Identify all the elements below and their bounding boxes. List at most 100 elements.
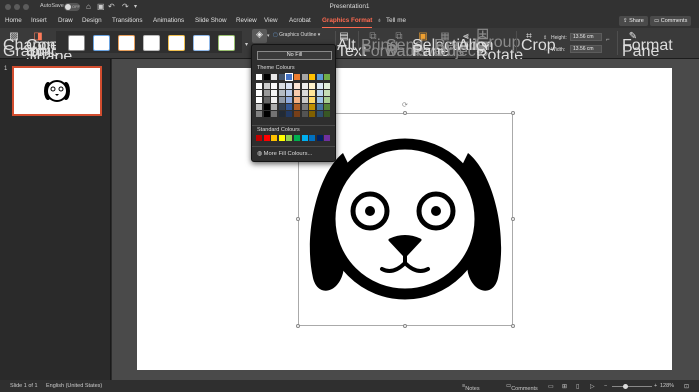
- tab-slide-show[interactable]: Slide Show: [195, 17, 227, 24]
- change-graphic-button[interactable]: ▨ Change Graphic: [3, 31, 59, 59]
- standard-colour-swatch[interactable]: [278, 135, 285, 141]
- theme-colour-swatch[interactable]: [263, 90, 270, 96]
- crop-button[interactable]: ⌗ Crop: [521, 31, 556, 53]
- theme-colour-swatch[interactable]: [316, 111, 323, 117]
- theme-colour-swatch[interactable]: [271, 74, 278, 80]
- theme-colour-swatch[interactable]: [278, 104, 285, 110]
- alt-text-button[interactable]: ▤ Alt Text: [337, 31, 366, 59]
- slide-sorter-icon[interactable]: ⊞: [562, 383, 567, 390]
- style-swatch-6[interactable]: [193, 35, 210, 51]
- theme-colour-swatch[interactable]: [263, 74, 270, 80]
- theme-colour-swatch[interactable]: [301, 90, 308, 96]
- graphics-outline-button[interactable]: ▢ Graphics Outline ▾: [273, 31, 329, 39]
- theme-colour-swatch[interactable]: [294, 74, 300, 80]
- send-backwards-button[interactable]: ⧉ Send Backwards: [386, 31, 464, 59]
- theme-colour-swatch[interactable]: [324, 111, 331, 117]
- width-field[interactable]: 13.56 cm: [570, 45, 602, 53]
- slide-thumbnail-1[interactable]: [12, 66, 102, 116]
- tab-draw[interactable]: Draw: [58, 17, 73, 24]
- theme-colour-swatch[interactable]: [271, 111, 278, 117]
- format-pane-button[interactable]: ✎ Format Pane: [622, 31, 673, 59]
- theme-colour-swatch[interactable]: [309, 104, 316, 110]
- theme-colour-swatch[interactable]: [278, 97, 285, 103]
- standard-colour-swatch[interactable]: [294, 135, 300, 141]
- fill-chevron-down-icon[interactable]: ▾: [267, 33, 270, 39]
- theme-colour-swatch[interactable]: [286, 104, 293, 110]
- theme-colour-swatch[interactable]: [309, 83, 316, 89]
- lock-aspect-icon[interactable]: ⌐: [606, 37, 610, 43]
- standard-colour-swatch[interactable]: [286, 135, 293, 141]
- theme-colour-swatch[interactable]: [294, 97, 300, 103]
- theme-colour-swatch[interactable]: [301, 97, 308, 103]
- no-fill-option[interactable]: No Fill: [257, 51, 332, 60]
- rotate-handle-icon[interactable]: ⟳: [402, 101, 408, 109]
- theme-colour-swatch[interactable]: [263, 111, 270, 117]
- theme-colour-swatch[interactable]: [324, 90, 331, 96]
- theme-colour-swatch[interactable]: [294, 111, 300, 117]
- theme-colour-swatch[interactable]: [316, 90, 323, 96]
- standard-colour-swatch[interactable]: [271, 135, 278, 141]
- theme-colour-swatch[interactable]: [256, 104, 262, 110]
- zoom-out-icon[interactable]: −: [604, 383, 607, 389]
- style-swatch-4[interactable]: [143, 35, 160, 51]
- theme-colour-swatch[interactable]: [286, 97, 293, 103]
- comments-status-button[interactable]: ▭ Comments: [506, 383, 538, 392]
- language-status[interactable]: English (United States): [46, 383, 102, 389]
- gallery-expand-icon[interactable]: ▾: [245, 41, 248, 48]
- tab-transitions[interactable]: Transitions: [112, 17, 143, 24]
- tab-view[interactable]: View: [264, 17, 278, 24]
- theme-colour-swatch[interactable]: [271, 90, 278, 96]
- theme-colour-swatch[interactable]: [309, 111, 316, 117]
- theme-colour-swatch[interactable]: [316, 97, 323, 103]
- selection-pane-button[interactable]: ▣ Selection Pane: [412, 31, 478, 59]
- theme-colour-swatch[interactable]: [286, 83, 293, 89]
- more-fill-colours-option[interactable]: ◍ More Fill Colours...: [257, 151, 312, 157]
- theme-colour-swatch[interactable]: [301, 104, 308, 110]
- normal-view-icon[interactable]: ▭: [548, 383, 554, 390]
- theme-colour-swatch[interactable]: [256, 90, 262, 96]
- theme-colour-swatch[interactable]: [263, 97, 270, 103]
- standard-colour-swatch[interactable]: [256, 135, 262, 141]
- zoom-slider[interactable]: [612, 386, 652, 387]
- tab-graphics-format[interactable]: Graphics Format: [322, 17, 373, 29]
- theme-colour-swatch[interactable]: [263, 83, 270, 89]
- slideshow-icon[interactable]: ▷: [590, 383, 595, 390]
- standard-colour-swatch[interactable]: [316, 135, 323, 141]
- style-swatch-2[interactable]: [93, 35, 110, 51]
- standard-colour-swatch[interactable]: [301, 135, 308, 141]
- theme-colour-swatch[interactable]: [263, 104, 270, 110]
- tab-insert[interactable]: Insert: [31, 17, 47, 24]
- theme-colour-swatch[interactable]: [294, 83, 300, 89]
- theme-colour-swatch[interactable]: [285, 73, 294, 81]
- bring-forwards-button[interactable]: ⧉ Bring Forwards: [361, 31, 428, 59]
- align-button[interactable]: ⫷ Align: [458, 31, 494, 53]
- style-swatch-3[interactable]: [118, 35, 135, 51]
- graphics-fill-button[interactable]: ◈: [252, 29, 267, 43]
- theme-colour-swatch[interactable]: [294, 90, 300, 96]
- notes-button[interactable]: ≡ Notes: [462, 383, 480, 392]
- theme-colour-swatch[interactable]: [278, 74, 285, 80]
- tell-me-search[interactable]: Tell me: [386, 17, 406, 24]
- zoom-slider-thumb[interactable]: [623, 384, 628, 389]
- theme-colour-swatch[interactable]: [256, 111, 262, 117]
- theme-colour-swatch[interactable]: [286, 111, 293, 117]
- theme-colour-swatch[interactable]: [271, 83, 278, 89]
- theme-colour-swatch[interactable]: [324, 97, 331, 103]
- theme-colour-swatch[interactable]: [271, 97, 278, 103]
- style-swatch-5[interactable]: [168, 35, 185, 51]
- theme-colour-swatch[interactable]: [256, 83, 262, 89]
- standard-colour-swatch[interactable]: [263, 135, 270, 141]
- tab-home[interactable]: Home: [5, 17, 22, 24]
- share-button[interactable]: ⇪ Share: [619, 16, 648, 26]
- convert-to-shape-button[interactable]: ◨ Convert to Shape: [26, 31, 82, 64]
- style-swatch-1[interactable]: [68, 35, 85, 51]
- height-field[interactable]: 13.56 cm: [570, 33, 602, 41]
- reorder-objects-button[interactable]: ▦ Reorder Objects: [434, 31, 492, 59]
- theme-colour-swatch[interactable]: [324, 104, 331, 110]
- theme-colour-swatch[interactable]: [271, 104, 278, 110]
- style-swatch-7[interactable]: [218, 35, 235, 51]
- theme-colour-swatch[interactable]: [309, 90, 316, 96]
- zoom-in-icon[interactable]: +: [654, 383, 657, 389]
- theme-colour-swatch[interactable]: [286, 90, 293, 96]
- standard-colour-swatch[interactable]: [324, 135, 331, 141]
